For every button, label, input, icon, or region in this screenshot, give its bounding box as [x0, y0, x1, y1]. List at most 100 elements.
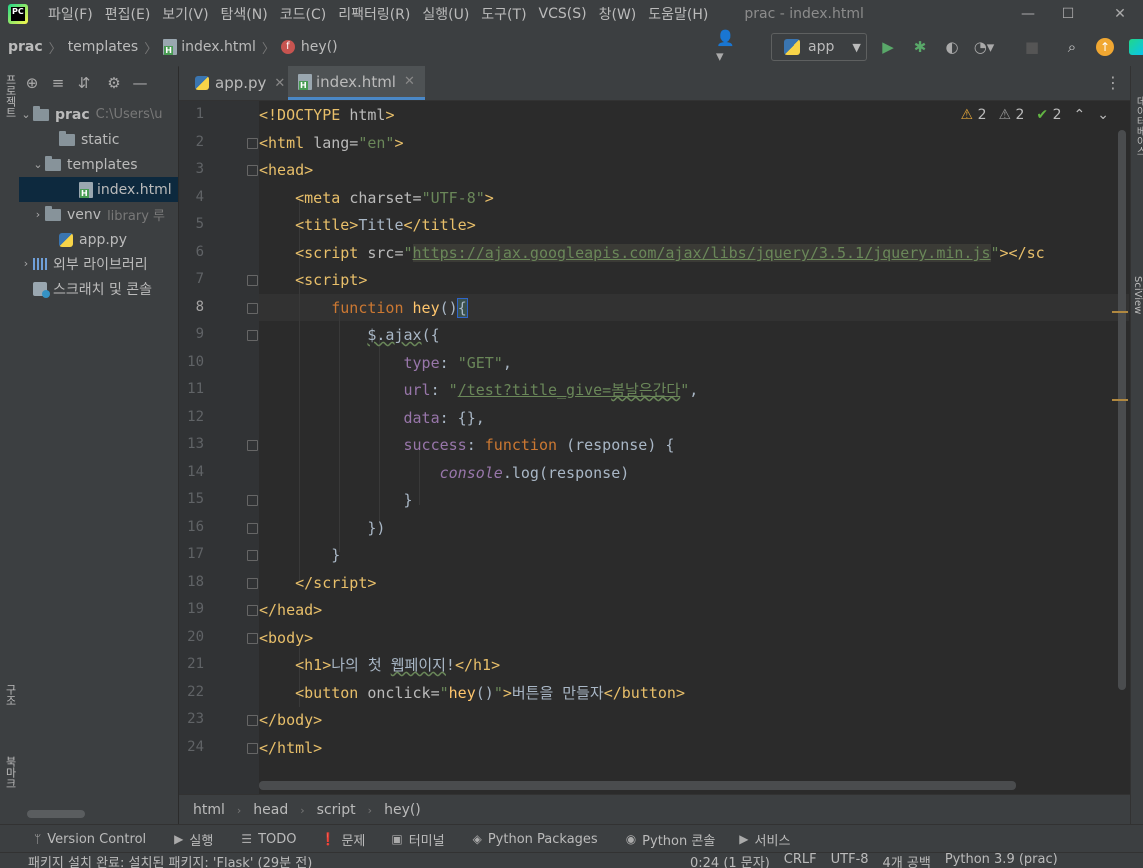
tree-item-scratches[interactable]: 스크래치 및 콘솔	[19, 276, 178, 301]
fold-marker-icon[interactable]	[247, 578, 258, 589]
python-interpreter[interactable]: Python 3.9 (prac)	[945, 853, 1058, 868]
menu-tools[interactable]: 도구(T)	[475, 4, 532, 24]
tree-item-prac[interactable]: ⌄ prac C:\Users\u	[19, 102, 178, 127]
line-number-gutter: 1 2 3 4 5 6 7 8 9 10 11 12 13 14 15 16 1…	[179, 101, 259, 794]
chevron-right-icon[interactable]: ›	[19, 257, 33, 270]
tree-item-app-py[interactable]: app.py	[19, 227, 178, 252]
collapse-all-icon[interactable]: ⇵	[71, 74, 97, 92]
fold-marker-icon[interactable]	[247, 550, 258, 561]
menu-run[interactable]: 실행(U)	[416, 4, 475, 24]
menu-vcs[interactable]: VCS(S)	[533, 6, 593, 22]
tool-version-control[interactable]: ᛘ Version Control	[34, 832, 146, 847]
chevron-down-icon[interactable]: ⌄	[31, 158, 45, 171]
run-config-label: app	[808, 39, 835, 55]
locate-file-icon[interactable]: ⊕	[19, 74, 45, 92]
profile-icon[interactable]: ◔▾	[973, 36, 995, 58]
chevron-right-icon[interactable]: ›	[31, 208, 45, 221]
fold-marker-icon[interactable]	[247, 138, 258, 149]
fold-marker-icon[interactable]	[247, 715, 258, 726]
editor-vertical-scrollbar[interactable]	[1118, 130, 1126, 690]
tab-index-html[interactable]: index.html ✕	[288, 66, 425, 100]
fold-marker-icon[interactable]	[247, 743, 258, 754]
crumb-index-html[interactable]: index.html	[181, 39, 256, 55]
run-config-select[interactable]: app ▼	[771, 33, 867, 61]
tree-item-venv[interactable]: › venv library 루	[19, 202, 178, 227]
function-icon: f	[280, 40, 295, 54]
expand-all-icon[interactable]: ≡	[45, 74, 71, 92]
tool-python-packages[interactable]: ◈ Python Packages	[473, 832, 598, 847]
tool-problems[interactable]: ❗ 문제	[320, 830, 365, 849]
hide-panel-icon[interactable]: —	[127, 74, 153, 92]
chevron-down-icon[interactable]: ⌄	[1097, 107, 1109, 123]
crumb-hey-function[interactable]: hey()	[301, 39, 338, 55]
inspection-widget[interactable]: ⚠ 2 ⚠ 2 ✔ 2 ⌃ ⌄	[961, 107, 1109, 123]
menu-file[interactable]: 파일(F)	[42, 4, 99, 24]
run-icon[interactable]: ▶	[877, 36, 899, 58]
crumb-project[interactable]: prac	[8, 39, 43, 55]
fold-marker-icon[interactable]	[247, 440, 258, 451]
cursor-position[interactable]: 0:24 (1 문자)	[690, 853, 770, 868]
fold-marker-icon[interactable]	[247, 523, 258, 534]
fold-marker-icon[interactable]	[247, 330, 258, 341]
file-encoding[interactable]: UTF-8	[831, 853, 869, 868]
fold-marker-icon[interactable]	[247, 275, 258, 286]
line-separator[interactable]: CRLF	[784, 853, 817, 868]
menu-view[interactable]: 보기(V)	[156, 4, 214, 24]
menu-navigate[interactable]: 탐색(N)	[215, 4, 274, 24]
chevron-down-icon[interactable]: ⌄	[19, 108, 33, 121]
search-icon[interactable]: ⌕	[1061, 36, 1083, 58]
menu-refactor[interactable]: 리팩터링(R)	[332, 4, 416, 24]
more-tabs-icon[interactable]: ⋮	[1105, 73, 1121, 92]
tree-item-index-html[interactable]: index.html	[19, 177, 178, 202]
fold-marker-icon[interactable]	[247, 605, 258, 616]
code-editor[interactable]: <!DOCTYPE html> <html lang="en"> <head> …	[259, 101, 1129, 794]
menu-help[interactable]: 도움말(H)	[642, 4, 714, 24]
tree-item-static[interactable]: static	[19, 127, 178, 152]
tree-item-templates[interactable]: ⌄ templates	[19, 152, 178, 177]
close-icon[interactable]: ✕	[404, 74, 415, 89]
code-crumb-head[interactable]: head	[247, 802, 294, 818]
error-stripe-mark[interactable]	[1112, 399, 1128, 401]
tool-todo[interactable]: ☰ TODO	[241, 832, 296, 847]
project-horizontal-scrollbar[interactable]	[27, 810, 85, 818]
code-crumb-script[interactable]: script	[311, 802, 362, 818]
indent-setting[interactable]: 4개 공백	[883, 853, 931, 868]
editor-horizontal-scrollbar[interactable]	[259, 781, 1016, 790]
sciview-tool-tab[interactable]: SciView	[1132, 276, 1143, 314]
status-message[interactable]: 패키지 설치 완료: 설치된 패키지: 'Flask' (29분 전)	[28, 853, 312, 868]
database-tool-tab[interactable]: 데이터베이스	[1132, 96, 1143, 156]
tool-terminal[interactable]: ▣ 터미널	[391, 830, 444, 849]
jetbrains-icon[interactable]	[1126, 36, 1143, 58]
debug-icon[interactable]: ✱	[909, 36, 931, 58]
stop-icon[interactable]: ■	[1021, 36, 1043, 58]
fold-marker-icon[interactable]	[247, 303, 258, 314]
menu-window[interactable]: 창(W)	[593, 4, 643, 24]
fold-marker-icon[interactable]	[247, 495, 258, 506]
code-crumb-html[interactable]: html	[187, 802, 231, 818]
structure-tool-tab[interactable]: 구조	[2, 684, 18, 706]
fold-marker-icon[interactable]	[247, 633, 258, 644]
error-stripe-mark[interactable]	[1112, 311, 1128, 313]
tool-run[interactable]: ▶ 실행	[174, 830, 213, 849]
project-tool-tab[interactable]: 프로젝트	[2, 74, 18, 118]
maximize-button[interactable]: ☐	[1045, 0, 1091, 28]
tab-app-py[interactable]: app.py ✕	[185, 66, 295, 100]
tool-python-console[interactable]: ◉ Python 콘솔	[626, 830, 716, 849]
menu-code[interactable]: 코드(C)	[274, 4, 332, 24]
coverage-icon[interactable]: ◐	[941, 36, 963, 58]
gear-icon[interactable]: ⚙	[101, 74, 127, 92]
code-line: })	[259, 519, 386, 537]
crumb-separator: 〉	[48, 41, 62, 57]
menu-edit[interactable]: 편집(E)	[99, 4, 157, 24]
code-crumb-hey[interactable]: hey()	[378, 802, 427, 818]
close-icon[interactable]: ✕	[274, 76, 285, 91]
fold-marker-icon[interactable]	[247, 165, 258, 176]
bookmarks-tool-tab[interactable]: 북마크	[2, 756, 18, 789]
user-account-icon[interactable]: 👤▾	[716, 29, 738, 65]
crumb-templates[interactable]: templates	[68, 39, 139, 55]
tool-services[interactable]: ▶ 서비스	[739, 830, 790, 849]
chevron-up-icon[interactable]: ⌃	[1074, 107, 1086, 123]
tree-item-external-libraries[interactable]: › 외부 라이브러리	[19, 251, 178, 276]
close-window-button[interactable]: ✕	[1097, 0, 1143, 28]
update-icon[interactable]: ↑	[1094, 36, 1116, 58]
